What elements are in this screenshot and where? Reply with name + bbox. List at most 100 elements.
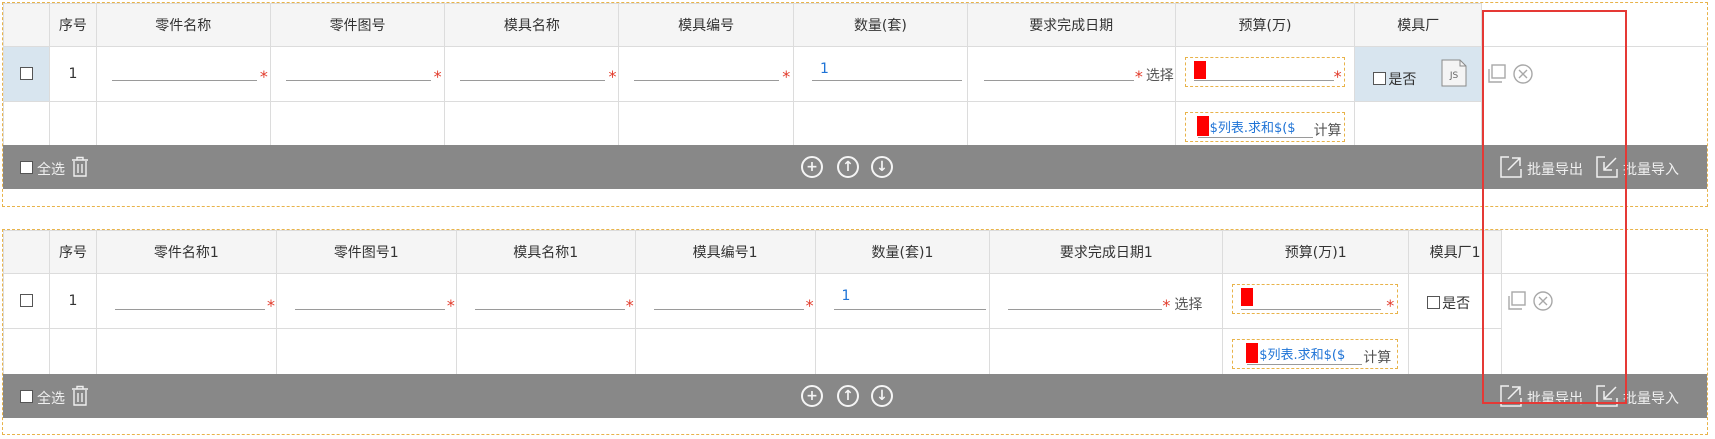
js-file-icon[interactable]: JS (1441, 59, 1467, 87)
close-circle-icon[interactable] (1512, 63, 1534, 85)
due-date-1-input[interactable] (1008, 309, 1163, 310)
arrow-down-circle-icon[interactable]: ↓ (871, 156, 893, 178)
arrow-down-circle-icon[interactable]: ↓ (871, 385, 893, 407)
select-all-checkbox[interactable] (20, 390, 33, 403)
mold-name-cell: * (444, 46, 620, 102)
row-select-cell (3, 46, 50, 102)
subtable-a: 序号 零件名称 零件图号 模具名称 模具编号 数量(套) 要求完成日期 预算(万… (2, 2, 1708, 207)
header-budget-1: 预算(万)1 (1222, 230, 1410, 274)
mold-no-input[interactable] (634, 80, 780, 81)
header-select (3, 230, 50, 274)
header-part-name: 零件名称 (95, 3, 271, 47)
mold-no-cell: * (618, 46, 795, 102)
header-quantity: 数量(套) (793, 3, 968, 47)
batch-export-button[interactable]: 批量导出 (1527, 388, 1583, 408)
trash-icon[interactable] (71, 156, 89, 177)
required-mark: * (782, 67, 791, 86)
budget-1-input[interactable] (1241, 309, 1382, 310)
header-mold-name-1: 模具名称1 (455, 230, 636, 274)
copy-icon[interactable] (1486, 63, 1508, 85)
export-icon[interactable] (1499, 384, 1523, 408)
mold-factory-1-cell: 是否 (1408, 273, 1503, 329)
part-drawing-1-cell: * (275, 273, 457, 329)
header-part-drawing-no: 零件图号 (269, 3, 446, 47)
date-select-button[interactable]: 选择 (1146, 65, 1174, 85)
budget-input[interactable] (1193, 80, 1334, 81)
mold-factory-checkbox-label: 是否 (1388, 72, 1417, 88)
mold-factory-1-checkbox[interactable] (1427, 296, 1441, 309)
row-select-cell (3, 273, 50, 329)
header-index: 序号 (48, 230, 97, 274)
red-marker (1246, 343, 1259, 363)
svg-text:JS: JS (1449, 71, 1459, 81)
part-name-input[interactable] (111, 80, 257, 81)
mold-name-input[interactable] (460, 80, 606, 81)
header-select (3, 3, 50, 47)
required-mark: * (625, 296, 634, 315)
mold-factory-cell: 是否 JS (1354, 46, 1483, 102)
due-date-1-cell: * 选择 (989, 273, 1224, 329)
mold-no-1-input[interactable] (653, 309, 804, 310)
arrow-up-circle-icon[interactable]: ↑ (837, 385, 859, 407)
red-marker (1241, 288, 1254, 306)
quantity-1-cell: 1 (814, 273, 991, 329)
select-all-label: 全选 (37, 162, 65, 178)
due-date-input[interactable] (983, 80, 1134, 81)
copy-icon[interactable] (1506, 290, 1528, 312)
subtable-b: 序号 零件名称1 零件图号1 模具名称1 模具编号1 数量(套)1 要求完成日期… (2, 229, 1708, 435)
header-part-name-1: 零件名称1 (95, 230, 277, 274)
header-due-date-1: 要求完成日期1 (989, 230, 1224, 274)
header-part-drawing-no-1: 零件图号1 (275, 230, 457, 274)
row-actions-cell (1501, 273, 1707, 329)
mold-factory-checkbox[interactable] (1373, 72, 1387, 85)
calc-button[interactable]: 计算 (1314, 120, 1342, 140)
header-mold-no-1: 模具编号1 (634, 230, 816, 274)
toolbar: 全选 + ↑ ↓ 批量导出 批量导入 (3, 374, 1707, 418)
budget-cell: * (1174, 46, 1356, 102)
part-name-1-cell: * (95, 273, 277, 329)
row-actions-cell (1481, 46, 1707, 102)
quantity-input[interactable] (812, 80, 963, 81)
budget-field-box (1184, 57, 1345, 87)
select-all-checkbox[interactable] (20, 161, 33, 174)
date-select-button[interactable]: 选择 (1174, 294, 1202, 314)
close-circle-icon[interactable] (1532, 290, 1554, 312)
add-circle-icon[interactable]: + (801, 156, 823, 178)
header-actions (1481, 3, 1707, 47)
part-name-cell: * (95, 46, 271, 102)
part-name-1-input[interactable] (114, 309, 265, 310)
mold-name-1-input[interactable] (474, 309, 625, 310)
import-icon[interactable] (1595, 384, 1619, 408)
header-quantity-1: 数量(套)1 (814, 230, 991, 274)
add-circle-icon[interactable]: + (801, 385, 823, 407)
red-marker (1196, 116, 1209, 136)
quantity-1-input[interactable] (833, 309, 986, 310)
part-drawing-input[interactable] (285, 80, 431, 81)
part-drawing-cell: * (269, 46, 446, 102)
required-mark: * (608, 67, 617, 86)
row-checkbox[interactable] (20, 67, 33, 80)
required-mark: * (1386, 296, 1395, 315)
calc-button[interactable]: 计算 (1363, 347, 1391, 367)
arrow-up-circle-icon[interactable]: ↑ (837, 156, 859, 178)
required-mark: * (805, 296, 814, 315)
export-icon[interactable] (1499, 155, 1523, 179)
import-icon[interactable] (1595, 155, 1619, 179)
quantity-cell: 1 (793, 46, 968, 102)
subtable-a-grid: 序号 零件名称 零件图号 模具名称 模具编号 数量(套) 要求完成日期 预算(万… (3, 3, 1707, 155)
header-mold-no: 模具编号 (618, 3, 795, 47)
required-mark: * (266, 296, 275, 315)
trash-icon[interactable] (71, 385, 89, 406)
select-all-label: 全选 (37, 391, 65, 407)
row-checkbox[interactable] (20, 294, 33, 307)
budget-1-sum-underline (1247, 364, 1363, 365)
part-drawing-1-input[interactable] (294, 309, 445, 310)
header-actions (1501, 230, 1707, 274)
budget-1-sum-formula[interactable]: $列表.求和$($ (1259, 344, 1345, 363)
batch-import-button[interactable]: 批量导入 (1623, 388, 1679, 408)
required-mark: * (259, 67, 268, 86)
budget-sum-formula[interactable]: $列表.求和$($ (1210, 117, 1296, 136)
batch-export-button[interactable]: 批量导出 (1527, 159, 1583, 179)
batch-import-button[interactable]: 批量导入 (1623, 159, 1679, 179)
required-mark: * (446, 296, 455, 315)
